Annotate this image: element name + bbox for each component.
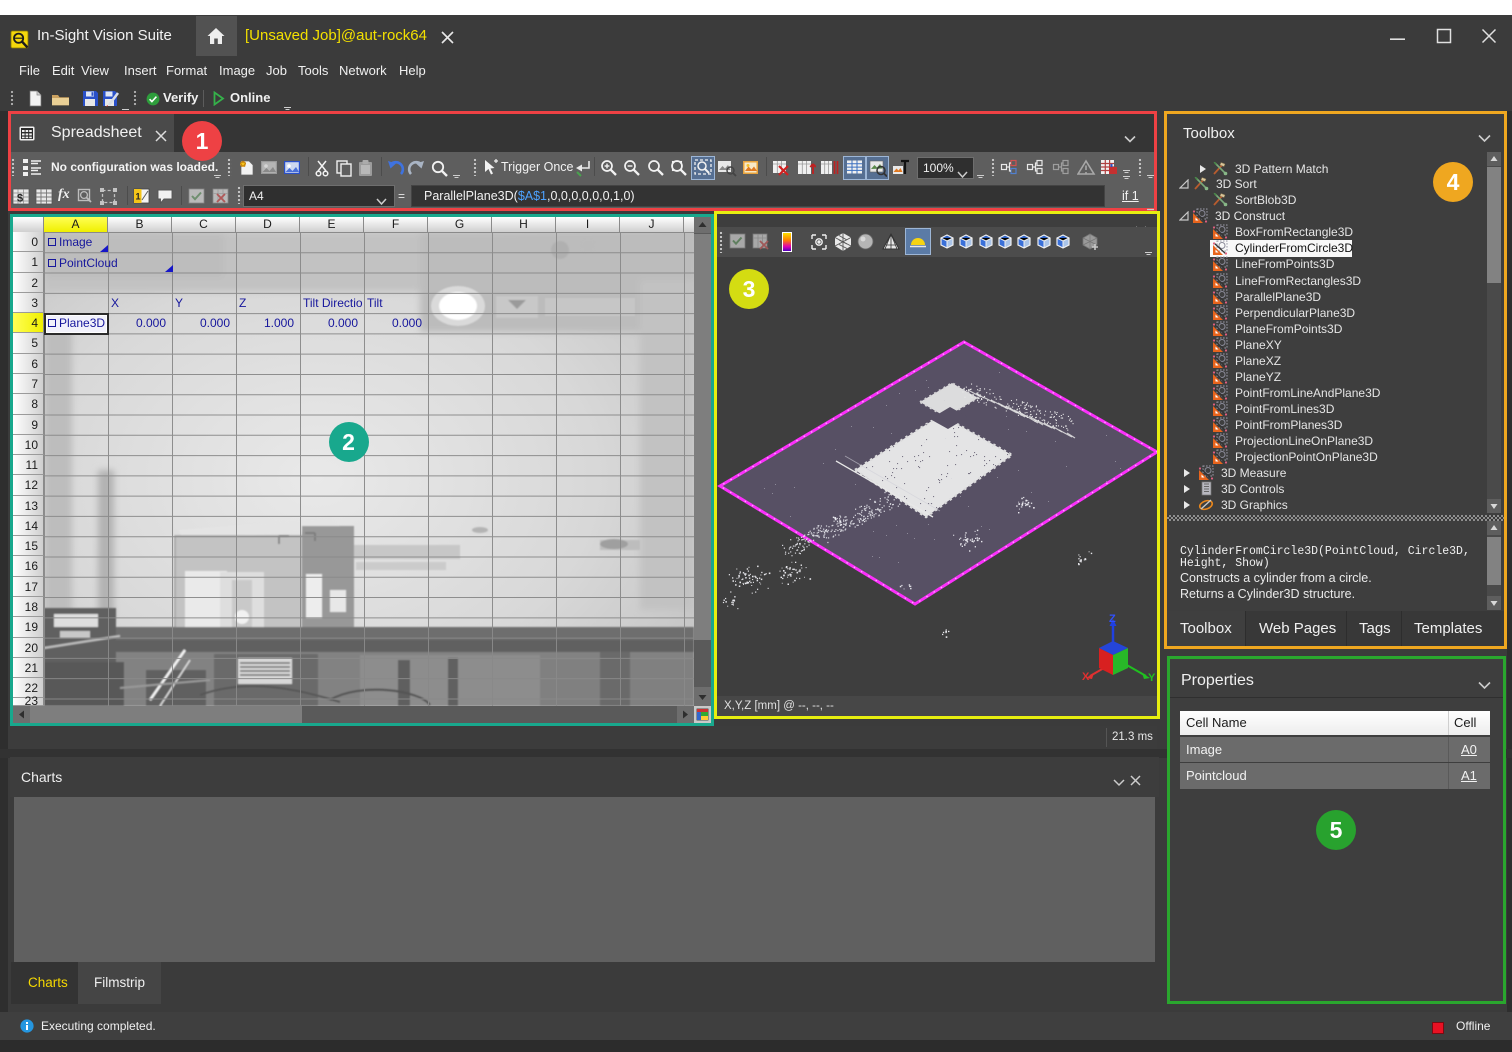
svg-text:1: 1 xyxy=(136,192,141,202)
svg-text:X: X xyxy=(1082,671,1090,683)
svg-text:Z: Z xyxy=(1109,613,1116,625)
svg-text:$: $ xyxy=(17,193,23,205)
svg-text:Y: Y xyxy=(1148,672,1156,684)
